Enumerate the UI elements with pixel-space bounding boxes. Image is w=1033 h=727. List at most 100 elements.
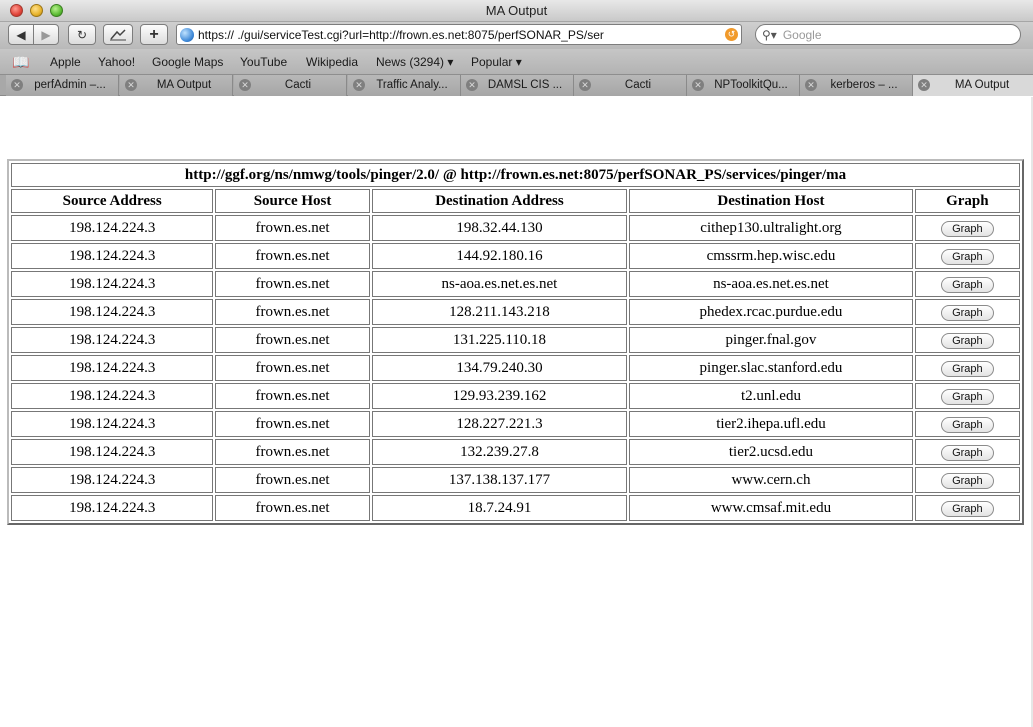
graph-button[interactable]: Graph <box>941 500 994 517</box>
graph-button[interactable]: Graph <box>941 220 994 237</box>
bookmark-popular[interactable]: Popular ▾ <box>471 55 522 69</box>
source-host-cell: frown.es.net <box>215 467 370 493</box>
tab-cacti-2[interactable]: ✕ Cacti <box>574 75 687 96</box>
rss-icon[interactable]: ↺ <box>725 28 738 41</box>
tab-label: Cacti <box>624 79 652 91</box>
destination-host-cell: pinger.fnal.gov <box>629 327 913 353</box>
tab-label: Traffic Analy... <box>376 79 448 91</box>
address-bar[interactable]: https:// ./gui/serviceTest.cgi?url=http:… <box>176 24 742 45</box>
graph-button[interactable]: Graph <box>941 332 994 349</box>
tab-ma-output-1[interactable]: ✕ MA Output <box>120 75 233 96</box>
close-tab-icon[interactable]: ✕ <box>805 79 817 91</box>
table-row: 198.124.224.3 frown.es.net 132.239.27.8 tie… <box>11 439 1020 465</box>
graph-button[interactable]: Graph <box>941 360 994 377</box>
page-content: http://ggf.org/ns/nmwg/tools/pinger/2.0/… <box>0 97 1033 727</box>
window-title: MA Output <box>485 3 548 18</box>
source-address-cell: 198.124.224.3 <box>11 383 214 409</box>
globe-icon <box>180 27 194 42</box>
snapback-icon <box>110 28 126 40</box>
tab-traffic-analysis[interactable]: ✕ Traffic Analy... <box>348 75 461 96</box>
tab-kerberos[interactable]: ✕ kerberos – ... <box>800 75 913 96</box>
source-host-cell: frown.es.net <box>215 495 370 521</box>
table-row: 198.124.224.3 frown.es.net 18.7.24.91 www.c… <box>11 495 1020 521</box>
source-host-cell: frown.es.net <box>215 327 370 353</box>
bookmark-google-maps[interactable]: Google Maps <box>152 55 223 69</box>
tab-label: NPToolkitQu... <box>714 79 788 91</box>
graph-button[interactable]: Graph <box>941 248 994 265</box>
reload-button[interactable]: ↻ <box>68 24 96 45</box>
graph-cell: Graph <box>914 299 1020 325</box>
destination-address-cell: ns-aoa.es.net.es.net <box>371 271 628 297</box>
source-address-cell: 198.124.224.3 <box>11 439 214 465</box>
column-header-source-address: Source Address <box>11 189 214 213</box>
tab-damsl-cis[interactable]: ✕ DAMSL CIS ... <box>461 75 574 96</box>
graph-cell: Graph <box>914 411 1020 437</box>
graph-button[interactable]: Graph <box>941 444 994 461</box>
close-tab-icon[interactable]: ✕ <box>579 79 591 91</box>
table-row: 198.124.224.3 frown.es.net 128.211.143.218… <box>11 299 1020 325</box>
add-bookmark-button[interactable]: + <box>140 24 168 45</box>
close-tab-icon[interactable]: ✕ <box>239 79 251 91</box>
destination-address-cell: 198.32.44.130 <box>371 215 628 241</box>
close-tab-icon[interactable]: ✕ <box>918 79 930 91</box>
bookmark-youtube[interactable]: YouTube <box>240 55 287 69</box>
graph-cell: Graph <box>914 271 1020 297</box>
bookmark-apple[interactable]: Apple <box>50 55 81 69</box>
table-row: 198.124.224.3 frown.es.net 137.138.137.177… <box>11 467 1020 493</box>
source-address-cell: 198.124.224.3 <box>11 271 214 297</box>
source-host-cell: frown.es.net <box>215 215 370 241</box>
graph-cell: Graph <box>914 467 1020 493</box>
tab-ma-output-active[interactable]: ✕ MA Output <box>913 75 1033 96</box>
bookmark-yahoo[interactable]: Yahoo! <box>98 55 135 69</box>
bookmark-news[interactable]: News (3294) ▾ <box>376 55 453 69</box>
close-tab-icon[interactable]: ✕ <box>692 79 704 91</box>
graph-button[interactable]: Graph <box>941 472 994 489</box>
source-host-cell: frown.es.net <box>215 383 370 409</box>
close-tab-icon[interactable]: ✕ <box>11 79 23 91</box>
destination-host-cell: ns-aoa.es.net.es.net <box>629 271 913 297</box>
graph-button[interactable]: Graph <box>941 276 994 293</box>
column-header-graph: Graph <box>914 189 1020 213</box>
search-field[interactable]: ⚲▾ Google <box>755 24 1021 45</box>
search-icon[interactable]: ⚲▾ <box>762 28 777 42</box>
destination-host-cell: www.cern.ch <box>629 467 913 493</box>
destination-address-cell: 129.93.239.162 <box>371 383 628 409</box>
source-address-cell: 198.124.224.3 <box>11 215 214 241</box>
tab-label: kerberos – ... <box>830 79 898 91</box>
book-icon[interactable]: 📖 <box>12 54 29 71</box>
tab-perfadmin[interactable]: ✕ perfAdmin –... <box>6 75 119 96</box>
tab-label: perfAdmin –... <box>34 79 106 91</box>
back-button[interactable]: ◀ <box>8 24 34 45</box>
source-address-cell: 198.124.224.3 <box>11 411 214 437</box>
graph-cell: Graph <box>914 495 1020 521</box>
destination-host-cell: tier2.ucsd.edu <box>629 439 913 465</box>
forward-button[interactable]: ▶ <box>33 24 59 45</box>
back-arrow-icon: ◀ <box>16 27 26 42</box>
bookmark-wikipedia[interactable]: Wikipedia <box>306 55 358 69</box>
close-tab-icon[interactable]: ✕ <box>353 79 365 91</box>
graph-button[interactable]: Graph <box>941 304 994 321</box>
tab-cacti-1[interactable]: ✕ Cacti <box>234 75 347 96</box>
graph-button[interactable]: Graph <box>941 416 994 433</box>
graph-cell: Graph <box>914 215 1020 241</box>
destination-host-cell: cmssrm.hep.wisc.edu <box>629 243 913 269</box>
graph-cell: Graph <box>914 383 1020 409</box>
bookmarks-bar: 📖 Apple Yahoo! Google Maps YouTube Wikip… <box>0 49 1033 75</box>
plus-icon: + <box>149 25 159 43</box>
address-bar-url[interactable]: https:// ./gui/serviceTest.cgi?url=http:… <box>198 28 725 42</box>
column-header-source-host: Source Host <box>215 189 370 213</box>
graph-button[interactable]: Graph <box>941 388 994 405</box>
table-row: 198.124.224.3 frown.es.net 128.227.221.3 ti… <box>11 411 1020 437</box>
snapback-button[interactable] <box>103 24 133 45</box>
destination-address-cell: 144.92.180.16 <box>371 243 628 269</box>
tab-nptoolkit[interactable]: ✕ NPToolkitQu... <box>687 75 800 96</box>
source-host-cell: frown.es.net <box>215 411 370 437</box>
destination-host-cell: tier2.ihepa.ufl.edu <box>629 411 913 437</box>
column-header-destination-address: Destination Address <box>371 189 628 213</box>
destination-address-cell: 132.239.27.8 <box>371 439 628 465</box>
source-host-cell: frown.es.net <box>215 355 370 381</box>
close-tab-icon[interactable]: ✕ <box>466 79 478 91</box>
close-tab-icon[interactable]: ✕ <box>125 79 137 91</box>
table-header-row: Source Address Source Host Destination A… <box>11 189 1020 213</box>
graph-cell: Graph <box>914 439 1020 465</box>
